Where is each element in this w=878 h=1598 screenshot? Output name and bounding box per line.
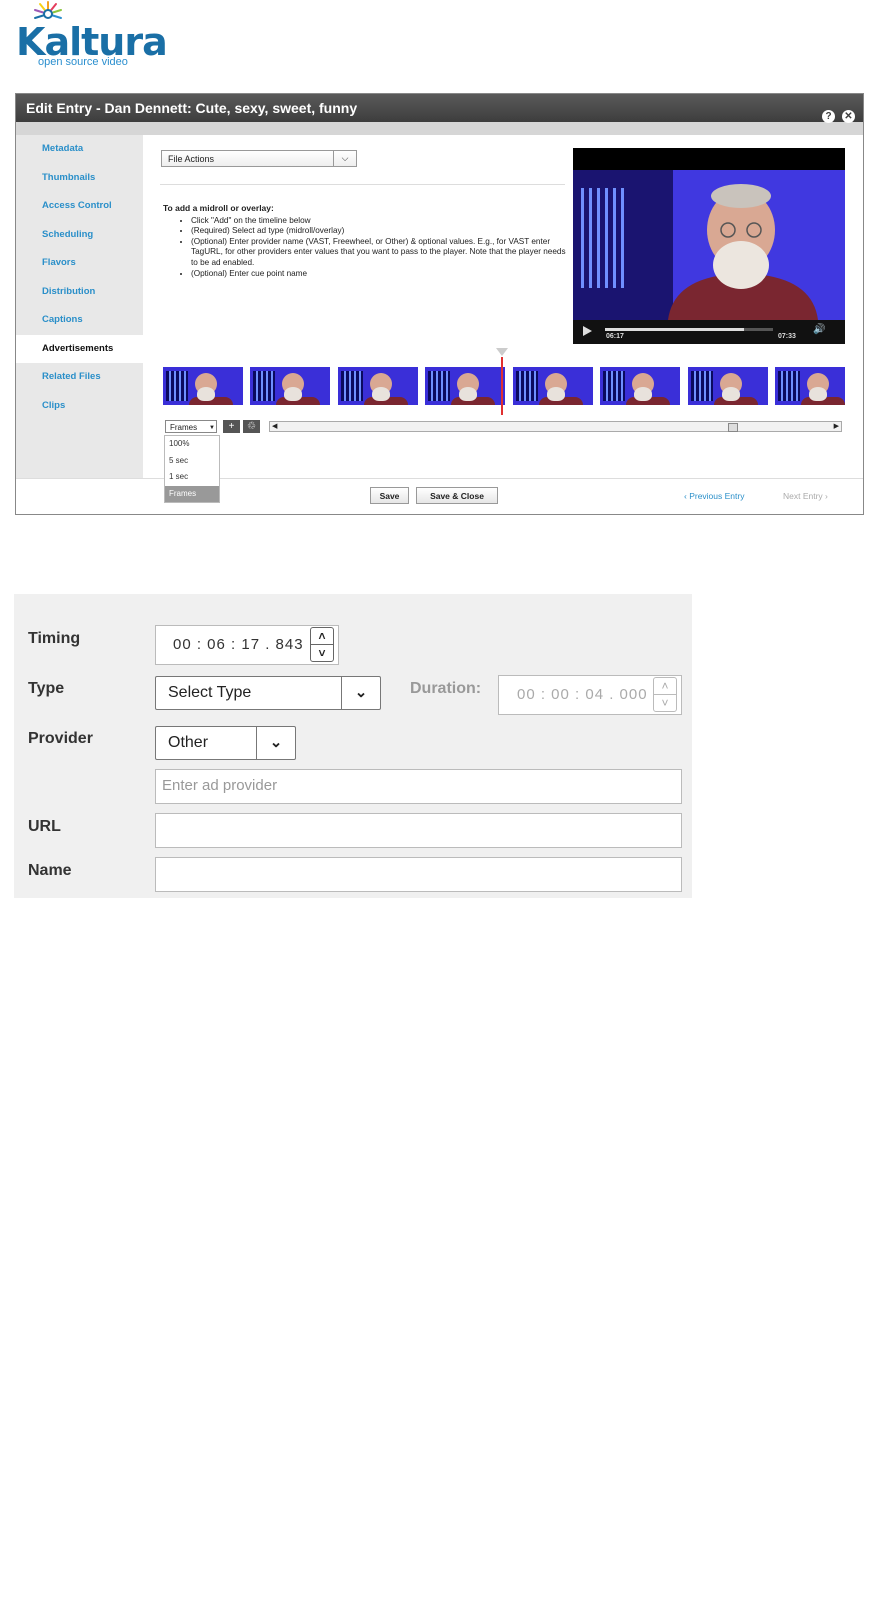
add-cue-button[interactable]: +: [223, 420, 240, 433]
video-frame: [573, 170, 845, 320]
total-duration: 07:33: [778, 333, 796, 340]
seek-bar-fill: [605, 328, 745, 331]
zoom-option[interactable]: 1 sec: [165, 469, 219, 486]
playhead-line: [501, 357, 503, 415]
sidebar-item-related-files[interactable]: Related Files: [16, 363, 143, 392]
zoom-option[interactable]: 100%: [165, 436, 219, 453]
timeline-frame: [687, 367, 768, 405]
close-icon[interactable]: ✕: [842, 110, 855, 123]
timing-value: 00 : 06 : 17 . 843: [173, 636, 304, 653]
timeline-scrollbar[interactable]: ◀ ▶: [269, 421, 842, 432]
timeline-frame: [775, 367, 845, 405]
scroll-right-icon[interactable]: ▶: [834, 422, 839, 431]
sidebar: Metadata Thumbnails Access Control Sched…: [16, 135, 144, 478]
delete-cue-button[interactable]: ♲: [243, 420, 260, 433]
sidebar-item-distribution[interactable]: Distribution: [16, 278, 143, 307]
chevron-down-icon[interactable]: ˅: [311, 645, 333, 661]
sidebar-item-scheduling[interactable]: Scheduling: [16, 221, 143, 250]
sidebar-item-access-control[interactable]: Access Control: [16, 192, 143, 221]
timeline-thumbnails[interactable]: [163, 367, 845, 405]
duration-value: 00 : 00 : 04 . 000: [517, 686, 648, 703]
video-player[interactable]: 06:17 07:33 🔊: [573, 148, 845, 344]
name-label: Name: [28, 862, 72, 879]
zoom-select[interactable]: Frames ▼: [165, 420, 217, 433]
instruction-item: (Optional) Enter cue point name: [191, 269, 573, 280]
timing-label: Timing: [28, 630, 81, 647]
trash-icon: ♲: [247, 421, 256, 432]
ad-provider-placeholder: Enter ad provider: [162, 777, 278, 794]
play-icon[interactable]: [583, 326, 592, 336]
dialog-footer: Save Save & Close ‹ Previous Entry Next …: [16, 478, 863, 514]
timeline-frame: [425, 367, 506, 405]
advertisements-panel: File Actions ⌵ To add a midroll or overl…: [144, 135, 862, 503]
sidebar-item-thumbnails[interactable]: Thumbnails: [16, 164, 143, 193]
provider-select[interactable]: Other ⌄: [155, 726, 296, 760]
zoom-dropdown-menu: 100% 5 sec 1 sec Frames: [164, 435, 220, 503]
timeline-frame: [512, 367, 593, 405]
provider-select-value: Other: [168, 734, 209, 751]
volume-icon[interactable]: 🔊: [813, 324, 825, 335]
edit-entry-dialog: Edit Entry - Dan Dennett: Cute, sexy, sw…: [15, 93, 864, 515]
dialog-titlebar: Edit Entry - Dan Dennett: Cute, sexy, sw…: [16, 94, 863, 123]
name-input[interactable]: [155, 857, 682, 892]
kaltura-logo: Kaltura open source video: [16, 0, 168, 70]
instructions-heading: To add a midroll or overlay:: [163, 203, 274, 213]
playhead-handle[interactable]: [496, 348, 508, 356]
instruction-item: (Required) Select ad type (midroll/overl…: [191, 226, 573, 237]
current-time: 06:17: [606, 333, 624, 340]
sidebar-item-flavors[interactable]: Flavors: [16, 249, 143, 278]
sidebar-item-metadata[interactable]: Metadata: [16, 135, 143, 164]
instruction-item: (Optional) Enter provider name (VAST, Fr…: [191, 237, 573, 269]
chevron-down-icon: ⌵: [333, 151, 356, 166]
url-input[interactable]: [155, 813, 682, 848]
dialog-title: Edit Entry - Dan Dennett: Cute, sexy, sw…: [26, 100, 358, 116]
caret-down-icon: ▼: [209, 425, 215, 431]
sidebar-item-captions[interactable]: Captions: [16, 306, 143, 335]
ad-provider-input[interactable]: Enter ad provider: [155, 769, 682, 804]
timeline-frame: [600, 367, 681, 405]
timing-stepper[interactable]: ˄ ˅: [310, 627, 334, 662]
next-entry-link[interactable]: Next Entry ›: [783, 491, 828, 501]
save-close-button[interactable]: Save & Close: [416, 487, 498, 504]
previous-entry-link[interactable]: ‹ Previous Entry: [684, 491, 744, 501]
chevron-up-icon[interactable]: ˄: [311, 628, 333, 645]
zoom-option[interactable]: 5 sec: [165, 453, 219, 470]
dialog-subbar: [16, 122, 863, 135]
file-actions-dropdown[interactable]: File Actions ⌵: [161, 150, 357, 167]
chevron-down-icon: ⌄: [256, 727, 295, 759]
zoom-option-selected[interactable]: Frames: [165, 485, 219, 502]
timeline-frame: [163, 367, 243, 405]
instructions: To add a midroll or overlay: Click "Add"…: [163, 203, 573, 279]
divider: [160, 184, 565, 185]
type-label: Type: [28, 680, 65, 697]
scroll-thumb[interactable]: [728, 423, 738, 432]
sidebar-item-advertisements[interactable]: Advertisements: [16, 334, 144, 363]
zoom-select-value: Frames: [170, 423, 198, 432]
chevron-down-icon[interactable]: ˅: [654, 695, 676, 711]
instruction-item: Click "Add" on the timeline below: [191, 216, 573, 227]
speaker-image: [573, 170, 845, 320]
logo-tagline: open source video: [38, 56, 128, 68]
scroll-left-icon[interactable]: ◀: [272, 422, 277, 431]
timeline-frame: [337, 367, 418, 405]
ad-cue-form: Timing 00 : 06 : 17 . 843 ˄ ˅ Type Selec…: [14, 594, 692, 898]
chevron-down-icon: ⌄: [341, 677, 380, 709]
help-icon[interactable]: ?: [822, 110, 836, 123]
seek-bar[interactable]: [605, 328, 773, 331]
duration-stepper[interactable]: ˄ ˅: [653, 677, 677, 712]
sidebar-item-clips[interactable]: Clips: [16, 392, 143, 421]
player-controls: 06:17 07:33 🔊: [573, 320, 845, 344]
type-select-value: Select Type: [168, 684, 252, 701]
file-actions-label: File Actions: [168, 154, 215, 164]
type-select[interactable]: Select Type ⌄: [155, 676, 381, 710]
provider-label: Provider: [28, 730, 93, 747]
url-label: URL: [28, 818, 61, 835]
duration-label: Duration:: [410, 680, 482, 697]
timeline-frame: [250, 367, 331, 405]
chevron-up-icon[interactable]: ˄: [654, 678, 676, 695]
save-button[interactable]: Save: [370, 487, 409, 504]
